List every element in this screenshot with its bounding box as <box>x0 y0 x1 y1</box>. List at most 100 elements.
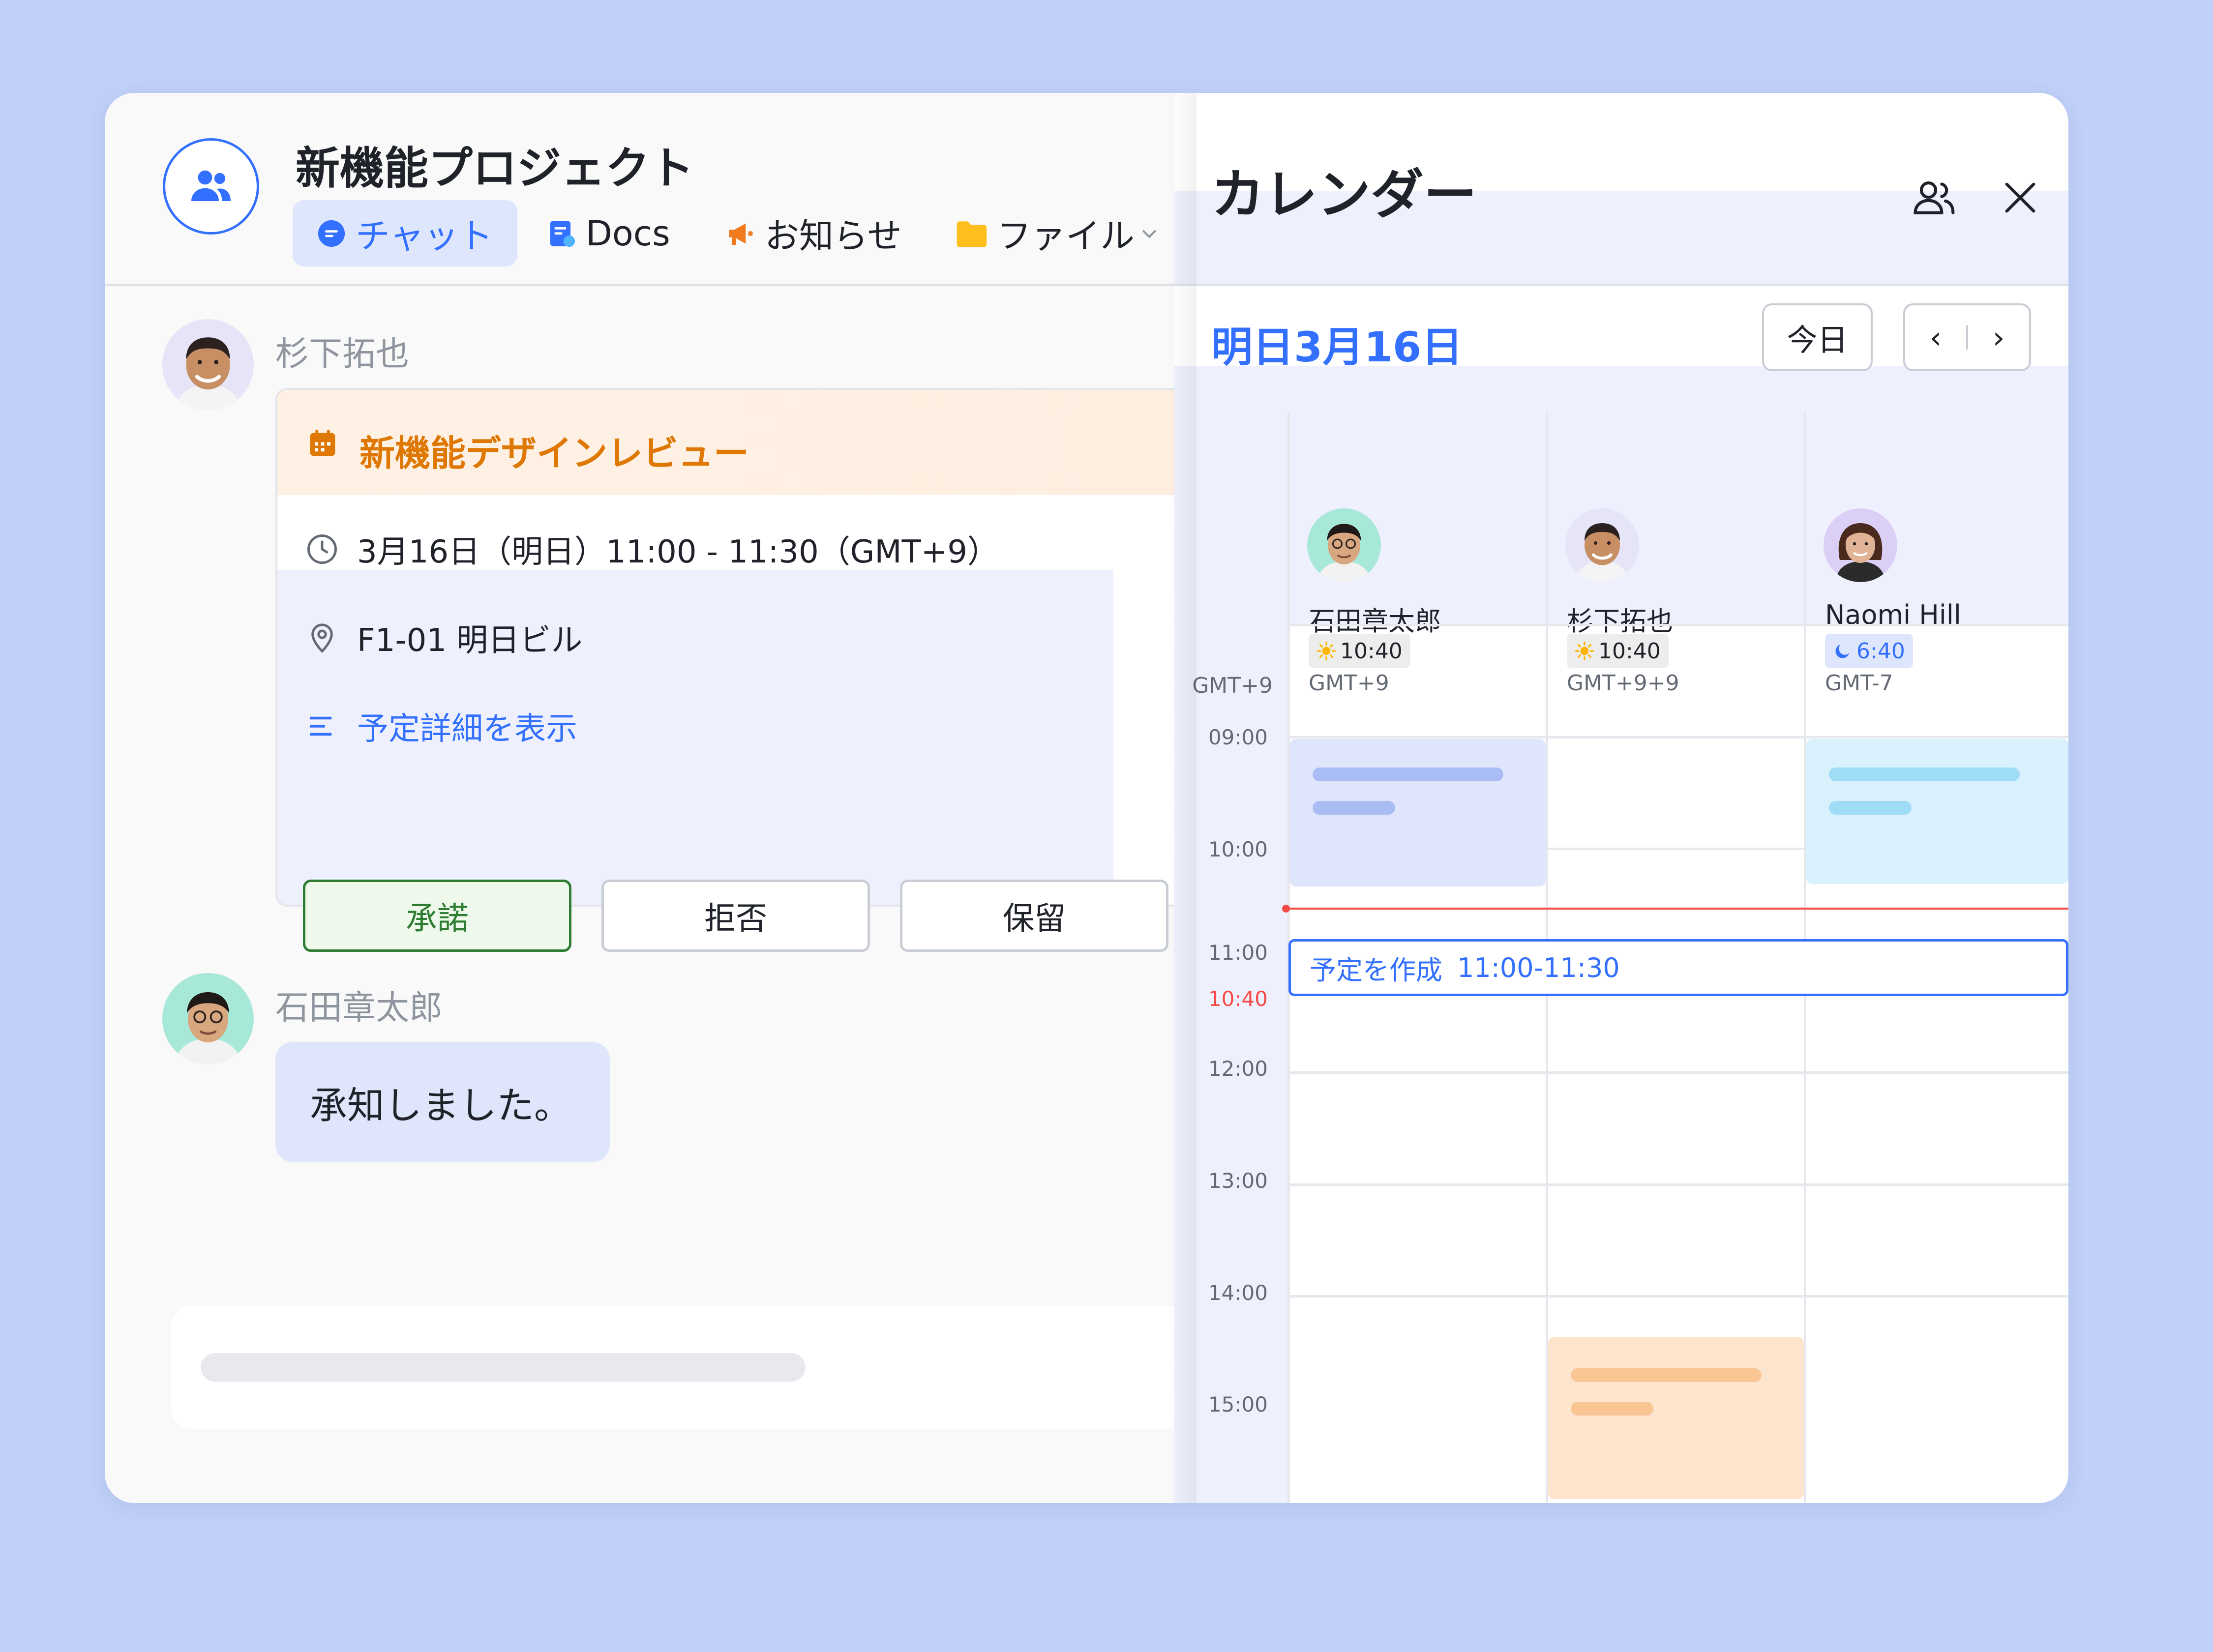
block-placeholder-line <box>1313 801 1395 815</box>
person-local-time-text: 6:40 <box>1856 638 1905 664</box>
create-event-label: 予定を作成 <box>1310 954 1442 986</box>
avatar-sugishita[interactable] <box>162 319 254 411</box>
event-details-label: 予定詳細を表示 <box>357 711 577 747</box>
block-placeholder-line <box>1829 767 2020 781</box>
tab-announcements[interactable]: お知らせ <box>725 200 902 266</box>
calendar-title: カレンダー <box>1211 164 1477 226</box>
composer-placeholder-bar <box>201 1353 806 1382</box>
sun-icon <box>1575 641 1594 661</box>
tab-files-label: ファイル <box>997 216 1135 256</box>
header-divider <box>1174 284 2068 286</box>
chat-header: 新機能プロジェクト チャット Docs お知らせ ファイル <box>105 93 1174 286</box>
create-event-slot[interactable]: 予定を作成 11:00-11:30 <box>1288 939 2068 996</box>
hour-label: 11:00 <box>1208 941 1268 965</box>
sender-name: 石田章太郎 <box>275 989 443 1028</box>
grid-line <box>1287 1295 2068 1298</box>
hour-label: 09:00 <box>1208 725 1268 749</box>
hour-label: 12:00 <box>1208 1057 1268 1081</box>
grid-line <box>1287 624 2068 626</box>
tab-chat-label: チャット <box>356 216 493 256</box>
group-title: 新機能プロジェクト <box>296 143 694 194</box>
grid-line <box>1287 1071 2068 1074</box>
megaphone-icon <box>725 218 756 249</box>
moon-icon <box>1833 641 1853 661</box>
group-avatar[interactable] <box>163 138 259 235</box>
close-button[interactable] <box>1993 172 2047 226</box>
person-local-time-text: 10:40 <box>1340 638 1403 664</box>
avatar-ishida[interactable] <box>162 973 254 1064</box>
event-location: F1-01 明日ビル <box>357 622 583 659</box>
chat-panel: 新機能プロジェクト チャット Docs お知らせ ファイル 杉下拓也 新機能デザ… <box>105 93 1214 1503</box>
chevron-down-icon <box>1139 224 1159 243</box>
person-local-time: 10:40 <box>1567 634 1669 668</box>
group-icon <box>187 162 235 211</box>
event-time-row: 3月16日（明日）11:00 - 11:30（GMT+9） <box>306 527 999 572</box>
prev-day-button[interactable]: ‹ <box>1930 320 1942 355</box>
accept-button[interactable]: 承諾 <box>303 880 571 952</box>
person-name: 杉下拓也 <box>1567 606 1673 637</box>
grid-line <box>1287 1183 2068 1186</box>
event-card: 新機能デザインレビュー 3月16日（明日）11:00 - 11:30（GMT+9… <box>275 388 1214 907</box>
today-button[interactable]: 今日 <box>1762 303 1873 371</box>
hour-label: 13:00 <box>1208 1169 1268 1193</box>
app-window: 新機能プロジェクト チャット Docs お知らせ ファイル 杉下拓也 新機能デザ… <box>105 93 2068 1503</box>
clock-icon <box>306 533 338 565</box>
tab-docs-label: Docs <box>586 213 670 254</box>
event-location-row: F1-01 明日ビル <box>306 615 582 660</box>
person-header: Naomi Hill 6:40 GMT-7 <box>1806 413 2068 696</box>
tentative-button[interactable]: 保留 <box>900 880 1168 952</box>
location-pin-icon <box>306 621 338 654</box>
sender-name: 杉下拓也 <box>275 335 410 374</box>
tab-chat[interactable]: チャット <box>293 200 518 266</box>
grid-line <box>1287 736 2068 738</box>
sun-icon <box>1316 641 1336 661</box>
tab-docs[interactable]: Docs <box>546 200 670 266</box>
block-placeholder-line <box>1313 767 1503 781</box>
participants-icon <box>1912 175 1957 222</box>
next-day-button[interactable]: › <box>1993 320 2005 355</box>
current-time-dot <box>1282 905 1290 913</box>
date-label: 明日3月16日 <box>1211 323 1463 371</box>
chat-bubble-icon <box>316 218 347 249</box>
busy-block[interactable] <box>1548 1337 1804 1499</box>
event-title: 新機能デザインレビュー <box>359 433 749 474</box>
busy-block[interactable] <box>1806 739 2068 884</box>
person-local-time: 6:40 <box>1825 634 1913 668</box>
folder-icon <box>956 218 988 249</box>
event-card-header: 新機能デザインレビュー <box>277 390 1212 495</box>
person-timezone: GMT+9+9 <box>1567 671 1679 696</box>
details-list-icon <box>306 710 338 742</box>
message-composer[interactable] <box>171 1306 1204 1429</box>
person-local-time-text: 10:40 <box>1598 638 1661 664</box>
calendar-icon <box>307 428 338 461</box>
person-header: 杉下拓也 10:40 GMT+9+9 <box>1548 413 1804 696</box>
nav-divider <box>1966 325 1968 350</box>
person-timezone: GMT-7 <box>1825 671 1893 696</box>
decline-button[interactable]: 拒否 <box>601 880 870 952</box>
tab-files[interactable]: ファイル <box>956 200 1159 266</box>
gutter-timezone: GMT+9 <box>1192 673 1273 698</box>
hour-label: 14:00 <box>1208 1281 1268 1305</box>
person-local-time: 10:40 <box>1309 634 1410 668</box>
close-icon <box>2000 177 2040 220</box>
block-placeholder-line <box>1571 1402 1653 1416</box>
avatar-naomi <box>1824 508 1897 582</box>
hour-label: 10:00 <box>1208 837 1268 861</box>
message-bubble: 承知しました。 <box>275 1042 610 1162</box>
date-navigation: ‹ › <box>1903 303 2031 371</box>
avatar-ishida <box>1307 508 1381 582</box>
create-event-time: 11:00-11:30 <box>1457 952 1620 983</box>
tab-announcements-label: お知らせ <box>765 216 902 256</box>
hour-label: 15:00 <box>1208 1392 1268 1416</box>
event-time: 3月16日（明日）11:00 - 11:30（GMT+9） <box>357 534 999 570</box>
block-placeholder-line <box>1571 1368 1762 1382</box>
docs-icon <box>546 218 577 249</box>
person-name: 石田章太郎 <box>1309 606 1441 637</box>
block-placeholder-line <box>1829 801 1912 815</box>
participants-button[interactable] <box>1907 172 1961 226</box>
busy-block[interactable] <box>1290 739 1546 886</box>
current-time-line <box>1286 908 2068 910</box>
person-timezone: GMT+9 <box>1309 671 1389 696</box>
event-details-link[interactable]: 予定詳細を表示 <box>306 704 577 749</box>
panel-divider-shadow <box>1167 93 1196 1503</box>
